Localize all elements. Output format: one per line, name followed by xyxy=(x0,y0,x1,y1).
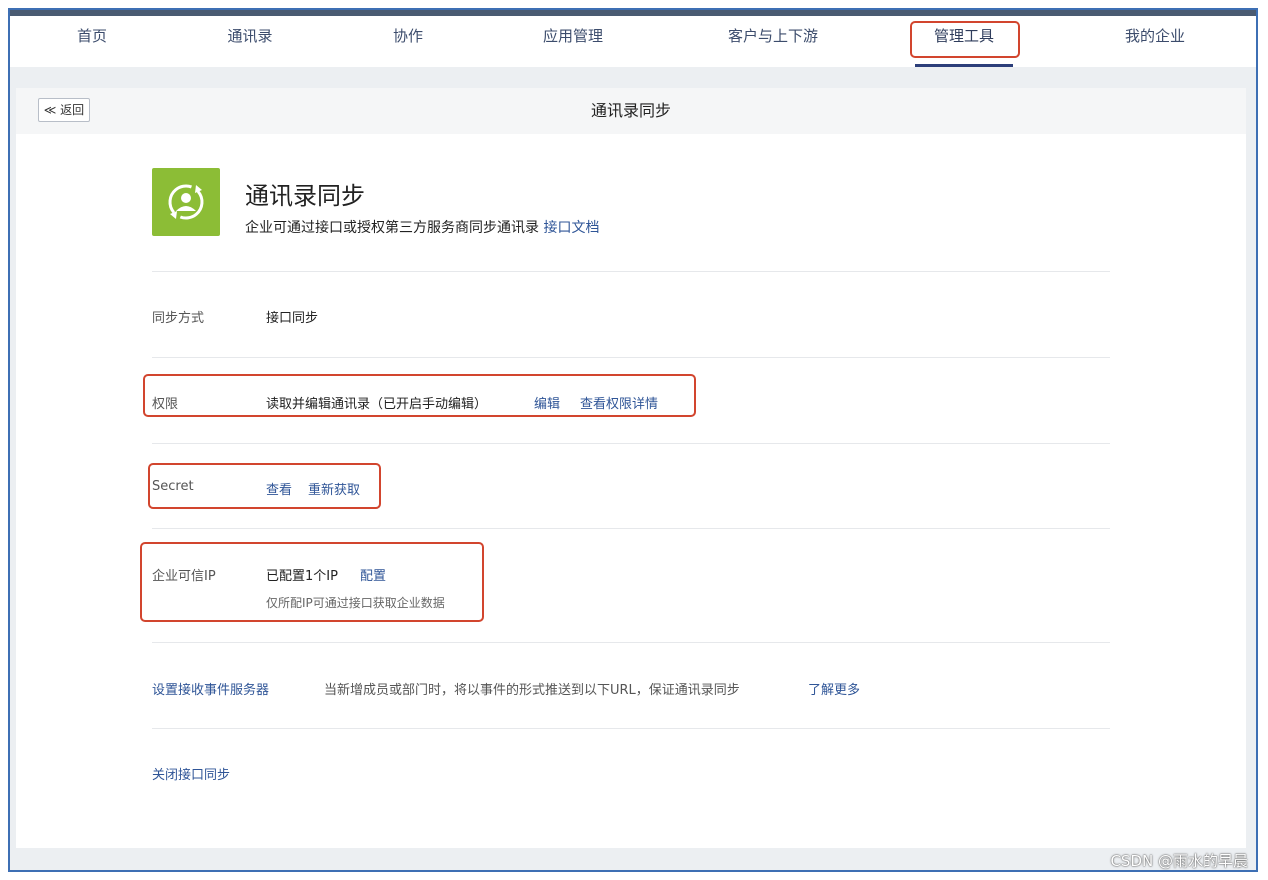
sync-mode-value: 接口同步 xyxy=(266,311,319,326)
nav-item-collaboration[interactable]: 协作 xyxy=(393,16,423,67)
learn-more-link[interactable]: 了解更多 xyxy=(808,679,860,698)
nav-item-admin-tools[interactable]: 管理工具 xyxy=(914,16,1014,67)
nav-active-indicator xyxy=(915,64,1013,67)
nav-item-my-enterprise[interactable]: 我的企业 xyxy=(1125,16,1185,67)
nav-item-app-management[interactable]: 应用管理 xyxy=(543,16,603,67)
secret-label: Secret xyxy=(152,479,194,494)
nav-item-contacts[interactable]: 通讯录 xyxy=(227,16,272,67)
divider xyxy=(152,271,1110,272)
page-title: 通讯录同步 xyxy=(590,101,671,120)
divider xyxy=(152,443,1110,444)
permission-edit-link[interactable]: 编辑 xyxy=(534,393,560,412)
divider xyxy=(152,357,1110,358)
divider xyxy=(152,528,1110,529)
watermark: CSDN @雨水的早晨 xyxy=(1110,852,1248,870)
sync-mode-label: 同步方式 xyxy=(152,311,205,326)
top-nav: 首页 通讯录 协作 应用管理 客户与上下游 管理工具 我的企业 xyxy=(10,10,1256,67)
divider xyxy=(152,642,1110,643)
card-body xyxy=(16,134,1246,848)
event-server-description: 当新增成员或部门时，将以事件的形式推送到以下URL，保证通讯录同步 xyxy=(324,683,740,698)
page-frame: 首页 通讯录 协作 应用管理 客户与上下游 管理工具 我的企业 ≪ 返回 通讯录… xyxy=(8,8,1258,872)
card-header: ≪ 返回 通讯录同步 xyxy=(16,88,1246,135)
nav-item-admin-tools-label: 管理工具 xyxy=(933,27,994,45)
permission-label: 权限 xyxy=(152,397,179,412)
nav-item-home[interactable]: 首页 xyxy=(77,16,107,67)
sync-contacts-icon xyxy=(152,168,220,236)
api-doc-link[interactable]: 接口文档 xyxy=(543,220,599,236)
nav-item-customers[interactable]: 客户与上下游 xyxy=(728,16,818,67)
app-description-text: 企业可通过接口或授权第三方服务商同步通讯录 xyxy=(245,220,539,236)
close-api-sync-link[interactable]: 关闭接口同步 xyxy=(152,764,230,783)
permission-value: 读取并编辑通讯录（已开启手动编辑） xyxy=(266,397,488,412)
event-server-link[interactable]: 设置接收事件服务器 xyxy=(152,679,269,698)
secret-view-link[interactable]: 查看 xyxy=(266,479,292,498)
trusted-ip-label: 企业可信IP xyxy=(152,569,216,584)
trusted-ip-hint: 仅所配IP可通过接口获取企业数据 xyxy=(266,596,445,610)
app-title: 通讯录同步 xyxy=(245,182,365,210)
permission-details-link[interactable]: 查看权限详情 xyxy=(580,393,658,412)
trusted-ip-config-link[interactable]: 配置 xyxy=(360,565,386,584)
trusted-ip-value: 已配置1个IP xyxy=(266,569,338,584)
divider xyxy=(152,728,1110,729)
secret-refresh-link[interactable]: 重新获取 xyxy=(308,479,360,498)
app-description: 企业可通过接口或授权第三方服务商同步通讯录 接口文档 xyxy=(245,217,599,237)
